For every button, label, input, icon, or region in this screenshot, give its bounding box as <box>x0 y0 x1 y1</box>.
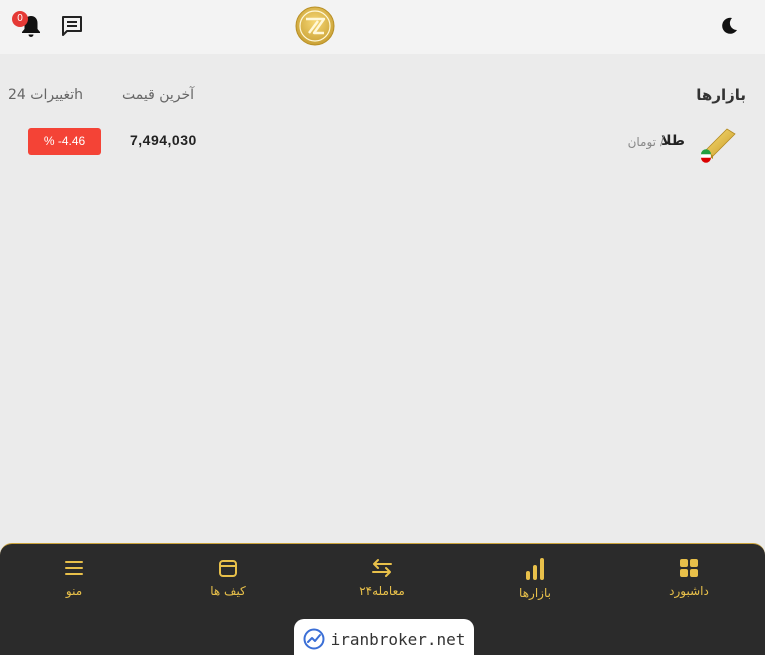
nav-menu[interactable]: منو <box>24 544 124 614</box>
watermark-text: iranbroker.net <box>330 629 466 649</box>
menu-icon <box>62 556 86 580</box>
nav-label: کیف ها <box>210 584 246 598</box>
nav-label: معامله۲۴ <box>359 584 405 598</box>
bar-chart-icon <box>523 556 547 582</box>
quote-currency: تومان <box>627 135 656 149</box>
asset-name: طلا <box>661 133 685 149</box>
nav-markets[interactable]: بازارها <box>485 544 585 614</box>
notification-badge: 0 <box>12 11 28 27</box>
column-header-last-price: آخرین قیمت <box>122 87 195 103</box>
wallet-icon <box>216 556 240 580</box>
iranbroker-watermark[interactable]: iranbroker.net <box>294 619 474 655</box>
dashboard-icon <box>677 556 701 580</box>
nav-label: منو <box>65 584 83 598</box>
swap-icon <box>370 556 394 580</box>
pair-separator: / <box>659 134 664 148</box>
nav-label: داشبورد <box>669 584 709 598</box>
market-row[interactable]: طلا / تومان 7,494,030 % -4.46 <box>0 120 765 163</box>
nav-dashboard[interactable]: داشبورد <box>639 544 739 614</box>
nav-wallets[interactable]: کیف ها <box>178 544 278 614</box>
nav-label: بازارها <box>519 586 551 600</box>
last-price-value: 7,494,030 <box>130 132 197 148</box>
gold-bar-icon <box>699 125 737 163</box>
theme-toggle-button[interactable] <box>716 13 742 39</box>
column-header-change: تغییرات 24h <box>8 87 84 103</box>
logo[interactable] <box>295 6 335 46</box>
iran-flag-icon <box>701 149 711 163</box>
moon-icon <box>722 17 737 34</box>
logo-icon <box>295 6 335 46</box>
chat-icon <box>62 16 82 36</box>
trend-icon <box>303 628 325 650</box>
markets-heading: بازارها <box>696 86 746 104</box>
top-bar: 0 <box>0 0 765 54</box>
change-24h-badge: % -4.46 <box>28 128 101 155</box>
chat-button[interactable] <box>59 13 85 39</box>
nav-trade[interactable]: معامله۲۴ <box>332 544 432 614</box>
app-screen: 0 بازارها آخرین قیمت تغییرات 24h طلا / ت… <box>0 0 765 655</box>
